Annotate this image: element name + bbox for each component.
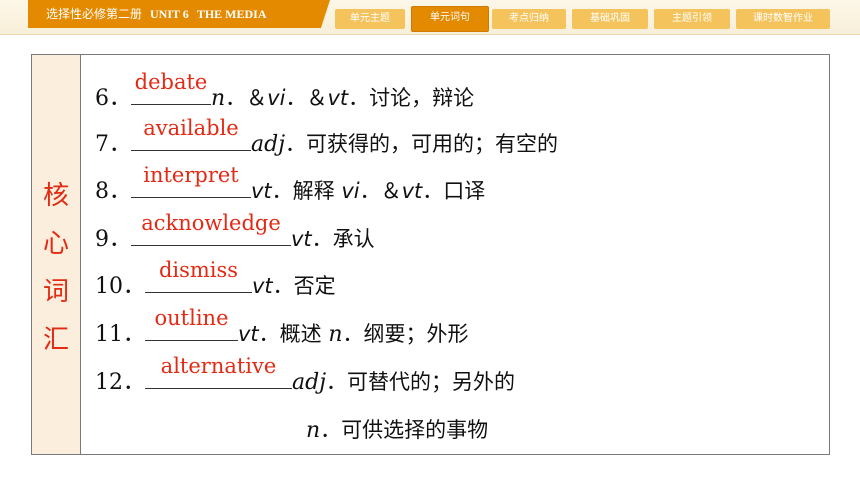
definition-segment: n <box>306 418 321 443</box>
answer-blank: alternative <box>145 354 292 389</box>
answer-blank: interpret <box>131 163 251 198</box>
vocab-number: 9． <box>95 227 131 252</box>
answer-word: available <box>143 116 239 140</box>
top-navigation-bar: 选择性必修第二册 UNIT 6 THE MEDIA 单元主题 单元词句 考点归纳 基… <box>0 0 860 35</box>
definition-segment: n <box>211 86 226 111</box>
definition-segment: vt <box>401 179 423 203</box>
vocab-item: 7． available adj．可获得的，可用的；有空的 <box>95 116 558 158</box>
vocab-number: 8． <box>95 179 131 204</box>
vocab-definition: adj．可替代的；另外的 <box>292 370 515 395</box>
answer-blank: acknowledge <box>131 211 291 246</box>
definition-segment: n <box>328 322 343 347</box>
tab-basic-practice[interactable]: 基础巩固 <box>572 9 648 29</box>
answer-blank: debate <box>131 70 211 105</box>
definition-segment: ．可替代的；另外的 <box>326 370 516 394</box>
course-title-unit: UNIT 6 <box>150 7 189 21</box>
tab-unit-theme[interactable]: 单元主题 <box>335 9 405 29</box>
answer-blank: outline <box>145 306 238 341</box>
answer-word: acknowledge <box>141 211 281 235</box>
definition-segment: vt <box>252 274 273 298</box>
definition-segment: vt <box>238 322 259 346</box>
definition-segment: vt <box>327 86 349 110</box>
definition-segment: adj <box>292 370 327 395</box>
vocab-definition: adj．可获得的，可用的；有空的 <box>251 132 558 157</box>
course-title-cn: 选择性必修第二册 <box>46 7 143 21</box>
vocab-item: 10． dismiss vt．否定 <box>95 258 336 300</box>
definition-segment: ．纲要；外形 <box>342 322 469 346</box>
vocab-item: 8． interpret vt．解释 vi．＆vt．口译 <box>95 163 485 205</box>
section-char: 心 <box>42 229 69 259</box>
answer-word: outline <box>154 306 229 330</box>
definition-segment: vt <box>291 227 312 251</box>
vocab-number: 11． <box>95 322 145 347</box>
vocab-definition: vt．否定 <box>252 274 336 299</box>
vocab-definition: n．可供选择的事物 <box>306 418 488 443</box>
vocab-number: 7． <box>95 132 131 157</box>
tab-key-points[interactable]: 考点归纳 <box>492 9 566 29</box>
definition-segment: ．＆ <box>285 86 328 110</box>
answer-word: dismiss <box>158 258 239 282</box>
vocab-number: 6． <box>95 86 131 111</box>
vocab-item: 11． outline vt．概述 n．纲要；外形 <box>95 306 469 348</box>
vocab-definition: n．＆vi．＆vt．讨论，辩论 <box>211 86 474 111</box>
definition-segment: vi <box>341 179 360 203</box>
section-char: 词 <box>42 277 69 307</box>
tab-unit-vocabulary[interactable]: 单元词句 <box>411 6 489 32</box>
definition-segment: ．可获得的，可用的；有空的 <box>285 132 559 156</box>
answer-word: interpret <box>143 163 239 187</box>
vocab-definition: vt．承认 <box>291 227 375 252</box>
vocab-item: 9． acknowledge vt．承认 <box>95 211 375 253</box>
course-title-tab: 选择性必修第二册 UNIT 6 THE MEDIA <box>28 0 330 28</box>
definition-segment: ．口译 <box>422 179 486 203</box>
vocab-number: 10． <box>95 274 145 299</box>
definition-segment: ．概述 <box>258 322 329 346</box>
definition-segment: adj <box>251 132 286 157</box>
vocab-definition: vt．概述 n．纲要；外形 <box>238 322 469 347</box>
definition-segment: ．否定 <box>272 274 336 298</box>
answer-blank: dismiss <box>145 258 252 293</box>
tab-smart-homework[interactable]: 课时数智作业 <box>736 9 830 29</box>
answer-word: alternative <box>160 354 277 378</box>
definition-segment: ．可供选择的事物 <box>320 418 489 442</box>
vocab-definition: vt．解释 vi．＆vt．口译 <box>251 179 485 204</box>
vocab-number: 12． <box>95 370 145 395</box>
definition-segment: ．讨论，辩论 <box>348 86 475 110</box>
vocab-item-continued: n．可供选择的事物 <box>306 414 488 446</box>
definition-segment: ．解释 <box>271 179 342 203</box>
definition-segment: vt <box>251 179 272 203</box>
answer-word: debate <box>134 70 208 94</box>
section-label-column: 核 心 词 汇 <box>32 55 81 454</box>
course-title-topic: THE MEDIA <box>196 7 267 21</box>
vocab-item: 12． alternative adj．可替代的；另外的 <box>95 354 515 396</box>
definition-segment: ．承认 <box>311 227 375 251</box>
definition-segment: vi <box>267 86 286 110</box>
section-char: 核 <box>42 181 69 211</box>
vocab-item: 6． debate n．＆vi．＆vt．讨论，辩论 <box>95 70 474 112</box>
definition-segment: ．＆ <box>359 179 402 203</box>
tab-theme-guide[interactable]: 主题引领 <box>654 9 730 29</box>
answer-blank: available <box>131 116 251 151</box>
section-char: 汇 <box>42 325 69 355</box>
definition-segment: ．＆ <box>225 86 268 110</box>
